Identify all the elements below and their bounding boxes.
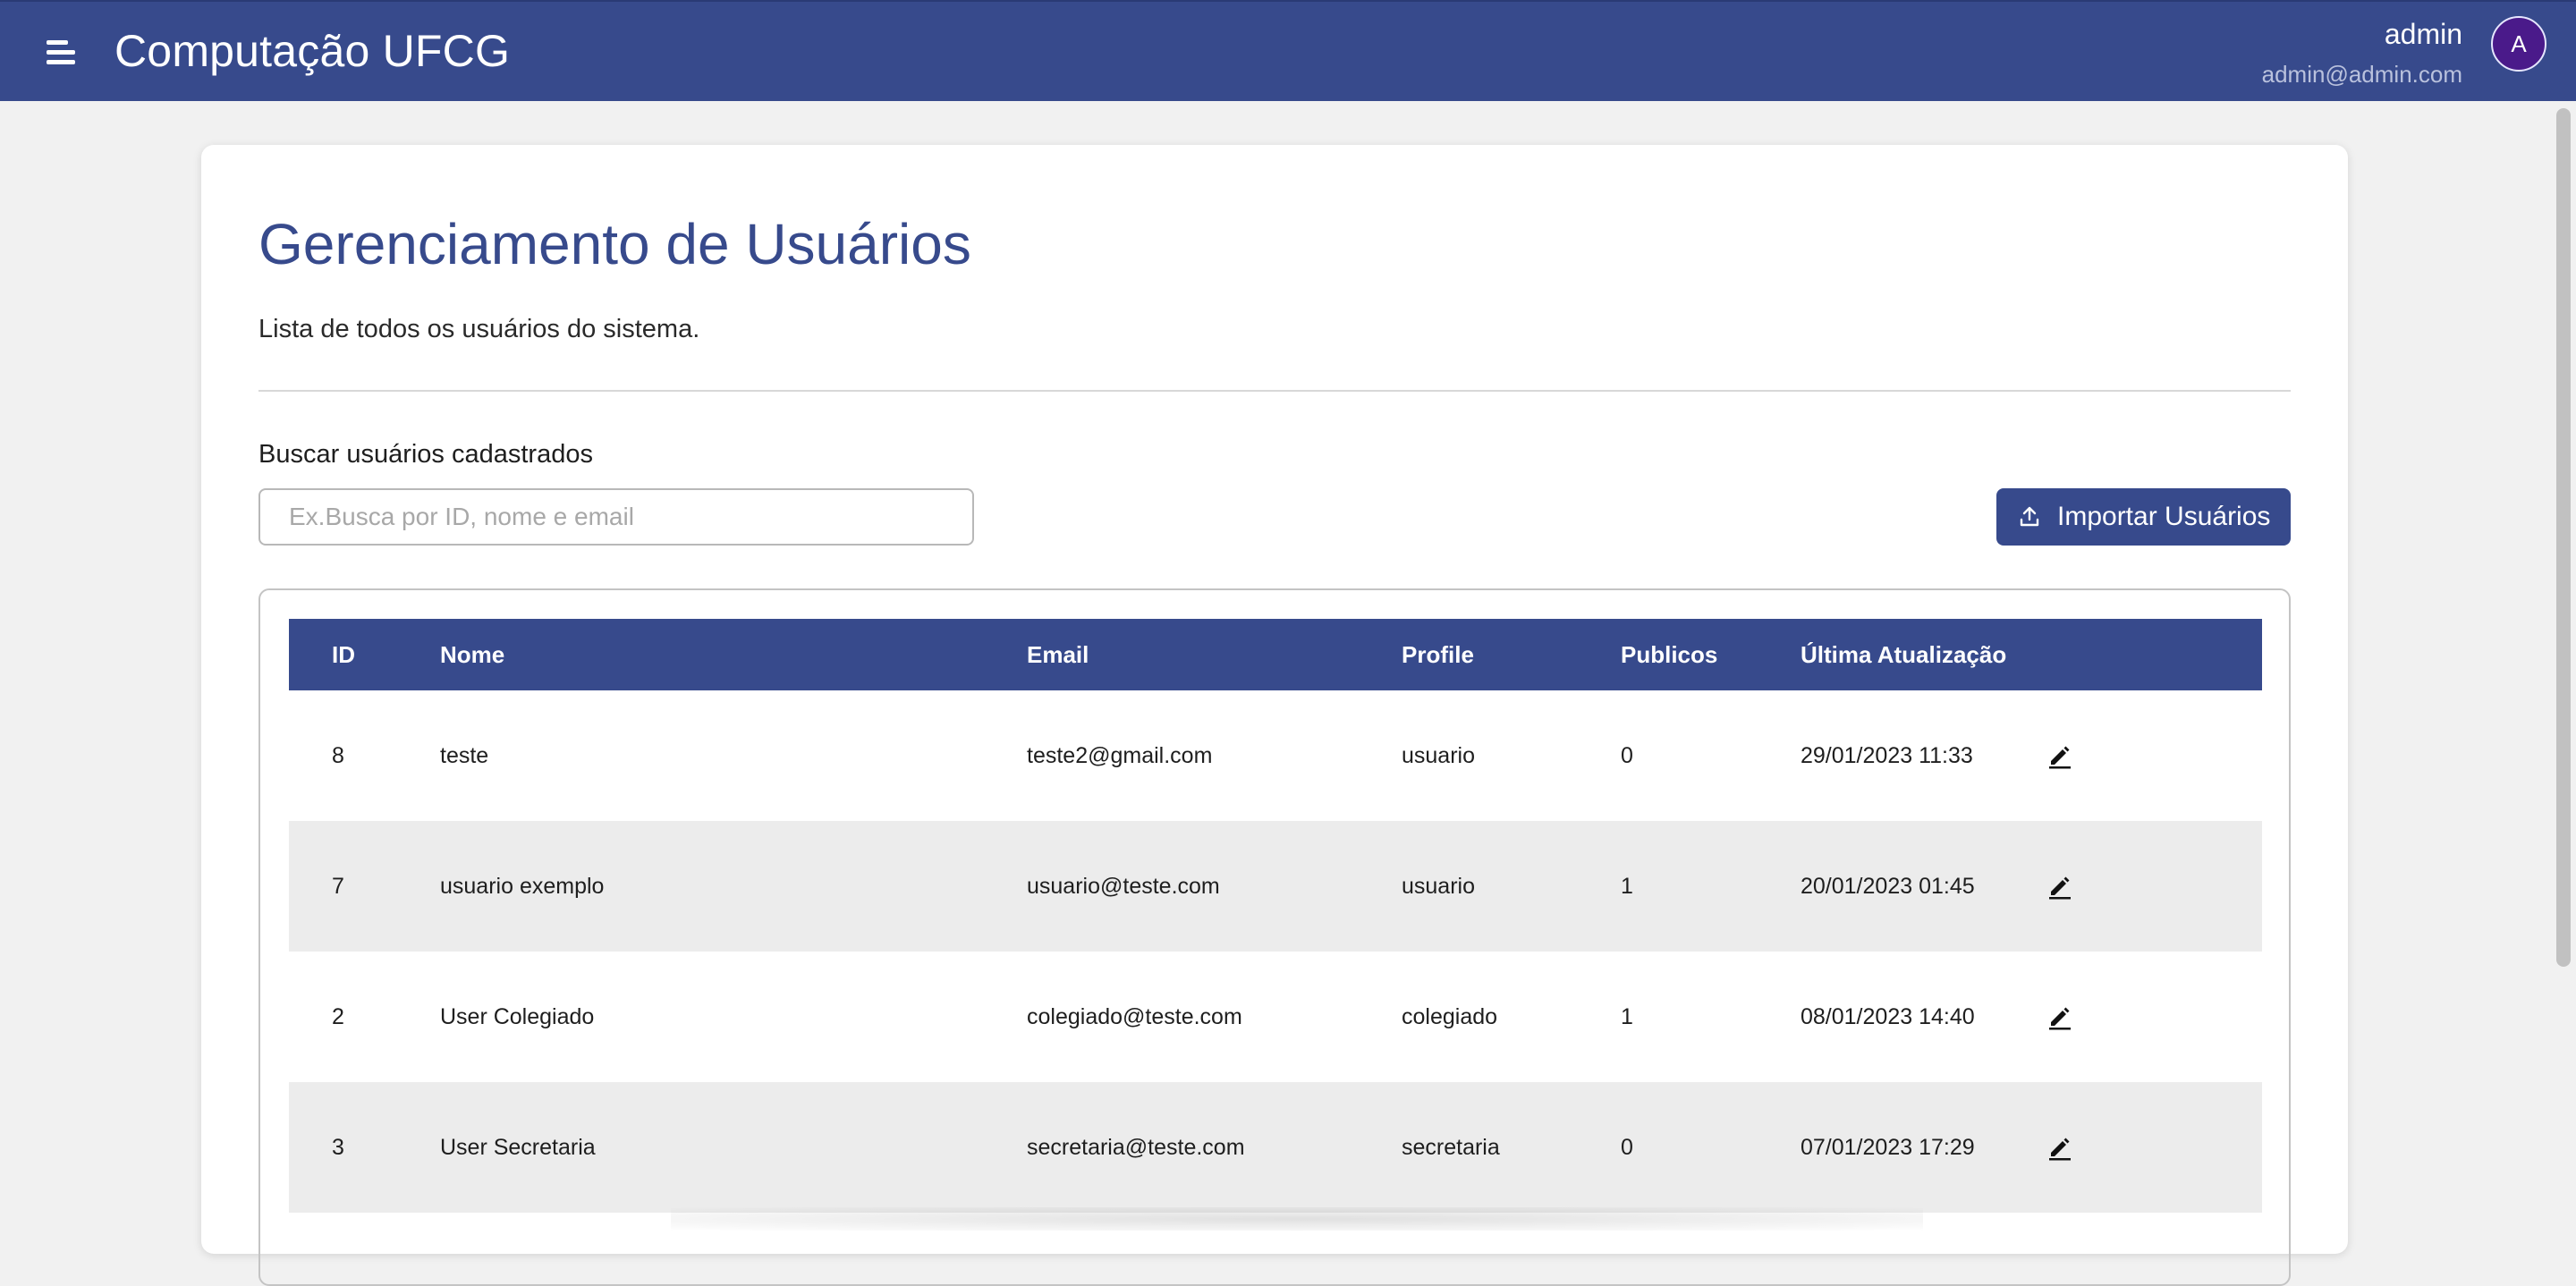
cell-nome: User Secretaria: [440, 1134, 596, 1160]
table-row: 2 User Colegiado colegiado@teste.com col…: [289, 952, 2262, 1082]
cell-publicos: 1: [1621, 1003, 1633, 1029]
app-title: Computação UFCG: [114, 26, 511, 76]
page-subtitle: Lista de todos os usuários do sistema.: [258, 315, 700, 343]
user-name: admin: [2384, 18, 2462, 50]
cell-email: colegiado@teste.com: [1027, 1003, 1242, 1029]
import-users-label: Importar Usuários: [2057, 502, 2271, 531]
cell-profile: colegiado: [1402, 1003, 1498, 1029]
edit-button[interactable]: [2042, 690, 2078, 821]
divider: [258, 390, 2291, 392]
cell-nome: teste: [440, 742, 489, 768]
column-header-ultima-atualizacao[interactable]: Última Atualização: [1801, 619, 2006, 690]
users-card: Gerenciamento de Usuários Lista de todos…: [201, 145, 2348, 1286]
edit-icon: [2049, 1138, 2071, 1161]
cell-profile: secretaria: [1402, 1134, 1500, 1160]
search-input[interactable]: [258, 488, 974, 546]
cell-email: usuario@teste.com: [1027, 873, 1220, 899]
edit-icon: [2049, 876, 2071, 900]
avatar[interactable]: A: [2491, 16, 2546, 72]
upload-icon: [2020, 506, 2039, 527]
column-header-nome[interactable]: Nome: [440, 619, 504, 690]
menu-icon[interactable]: [47, 38, 82, 66]
scrollbar-thumb[interactable]: [2556, 108, 2571, 967]
cell-publicos: 0: [1621, 1134, 1633, 1160]
cell-email: teste2@gmail.com: [1027, 742, 1213, 768]
column-header-publicos[interactable]: Publicos: [1621, 619, 1717, 690]
cell-updated: 07/01/2023 17:29: [1801, 1134, 1975, 1160]
cell-profile: usuario: [1402, 742, 1475, 768]
top-app-bar: Computação UFCG admin admin@admin.com A: [0, 0, 2576, 101]
cell-updated: 29/01/2023 11:33: [1801, 742, 1973, 768]
table-row: 3 User Secretaria secretaria@teste.com s…: [289, 1082, 2262, 1213]
cell-nome: usuario exemplo: [440, 873, 605, 899]
cell-id: 7: [332, 873, 344, 899]
cell-id: 2: [332, 1003, 344, 1029]
edit-button[interactable]: [2042, 821, 2078, 952]
import-users-button[interactable]: Importar Usuários: [1996, 488, 2291, 546]
column-header-email[interactable]: Email: [1027, 619, 1089, 690]
page-title: Gerenciamento de Usuários: [258, 212, 971, 276]
edit-button[interactable]: [2042, 952, 2078, 1082]
cell-profile: usuario: [1402, 873, 1475, 899]
cell-id: 3: [332, 1134, 344, 1160]
column-header-id[interactable]: ID: [332, 619, 355, 690]
cell-nome: User Colegiado: [440, 1003, 595, 1029]
edit-icon: [2049, 1007, 2071, 1030]
cell-updated: 08/01/2023 14:40: [1801, 1003, 1975, 1029]
search-label: Buscar usuários cadastrados: [258, 440, 593, 469]
edit-button[interactable]: [2042, 1082, 2078, 1213]
user-email: admin@admin.com: [2261, 61, 2462, 88]
edit-icon: [2049, 746, 2071, 769]
cell-publicos: 1: [1621, 873, 1633, 899]
users-table: ID Nome Email Profile Publicos Última At…: [258, 588, 2291, 1286]
cell-updated: 20/01/2023 01:45: [1801, 873, 1975, 899]
cell-id: 8: [332, 742, 344, 768]
cell-email: secretaria@teste.com: [1027, 1134, 1245, 1160]
table-row: 7 usuario exemplo usuario@teste.com usua…: [289, 821, 2262, 952]
column-header-profile[interactable]: Profile: [1402, 619, 1474, 690]
vertical-scrollbar[interactable]: [2551, 101, 2576, 1231]
bottom-shadow: [671, 1207, 1923, 1231]
table-row: 8 teste teste2@gmail.com usuario 0 29/01…: [289, 690, 2262, 821]
table-header: ID Nome Email Profile Publicos Última At…: [289, 619, 2262, 690]
cell-publicos: 0: [1621, 742, 1633, 768]
